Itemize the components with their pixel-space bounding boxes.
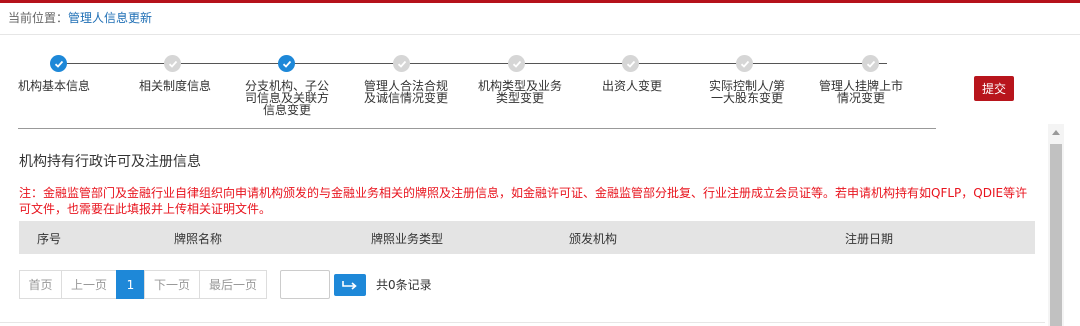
- step-1-check-icon[interactable]: [50, 55, 67, 72]
- go-page-button[interactable]: [334, 273, 366, 296]
- step-2-label[interactable]: 相关制度信息: [133, 80, 217, 92]
- column-header-register-date: 注册日期: [845, 232, 894, 246]
- step-7-check-icon[interactable]: [736, 55, 753, 72]
- step-1-label[interactable]: 机构基本信息: [18, 80, 104, 92]
- column-header-license-name: 牌照名称: [174, 232, 223, 246]
- license-note: 注：金融监管部门及金融行业自律组织向申请机构颁发的与金融业务相关的牌照及注册信息…: [19, 186, 1028, 216]
- step-2-check-icon[interactable]: [164, 55, 181, 72]
- step-5-label[interactable]: 机构类型及业务类型变更: [477, 80, 563, 104]
- step-6-label[interactable]: 出资人变更: [590, 80, 674, 92]
- first-page-button[interactable]: 首页: [19, 270, 62, 299]
- step-5-check-icon[interactable]: [508, 55, 525, 72]
- column-header-issuer: 颁发机构: [569, 232, 618, 246]
- section-title: 机构持有行政许可及注册信息: [19, 154, 201, 170]
- scroll-up-icon[interactable]: [1052, 130, 1060, 135]
- step-6-check-icon[interactable]: [622, 55, 639, 72]
- last-page-button[interactable]: 最后一页: [199, 270, 267, 299]
- step-4-check-icon[interactable]: [393, 55, 410, 72]
- scrollbar-thumb[interactable]: [1050, 144, 1062, 326]
- page-1-button[interactable]: 1: [116, 270, 145, 299]
- step-8-check-icon[interactable]: [862, 55, 879, 72]
- breadcrumb-current[interactable]: 管理人信息更新: [68, 11, 152, 25]
- step-7-label[interactable]: 实际控制人/第一大股东变更: [704, 80, 790, 104]
- table-header: 序号 牌照名称 牌照业务类型 颁发机构 注册日期: [19, 221, 1035, 254]
- step-8-label[interactable]: 管理人挂牌上市情况变更: [818, 80, 904, 104]
- page-number-input[interactable]: [280, 270, 330, 299]
- step-3-check-icon[interactable]: [278, 55, 295, 72]
- next-page-button[interactable]: 下一页: [144, 270, 200, 299]
- breadcrumb-prefix: 当前位置：: [8, 11, 69, 25]
- arrow-right-icon: [342, 280, 357, 290]
- top-border: [0, 0, 1080, 3]
- column-header-license-type: 牌照业务类型: [371, 232, 444, 246]
- prev-page-button[interactable]: 上一页: [61, 270, 117, 299]
- pagination: 首页 上一页 1 下一页 最后一页 共0条记录: [19, 270, 432, 299]
- step-3-label[interactable]: 分支机构、子公司信息及关联方信息变更: [244, 80, 330, 116]
- vertical-scrollbar[interactable]: [1048, 124, 1064, 326]
- step-4-label[interactable]: 管理人合法合规及诚信情况变更: [363, 80, 449, 104]
- breadcrumb: 当前位置：管理人信息更新: [8, 9, 152, 26]
- breadcrumb-divider: [0, 34, 1080, 35]
- bottom-divider: [0, 322, 1045, 323]
- progress-stepper: 机构基本信息 相关制度信息 分支机构、子公司信息及关联方信息变更 管理人合法合规…: [0, 50, 1080, 130]
- submit-button[interactable]: 提交: [974, 76, 1014, 101]
- column-header-index: 序号: [37, 232, 62, 246]
- total-records: 共0条记录: [376, 278, 432, 292]
- stepper-divider: [18, 128, 936, 129]
